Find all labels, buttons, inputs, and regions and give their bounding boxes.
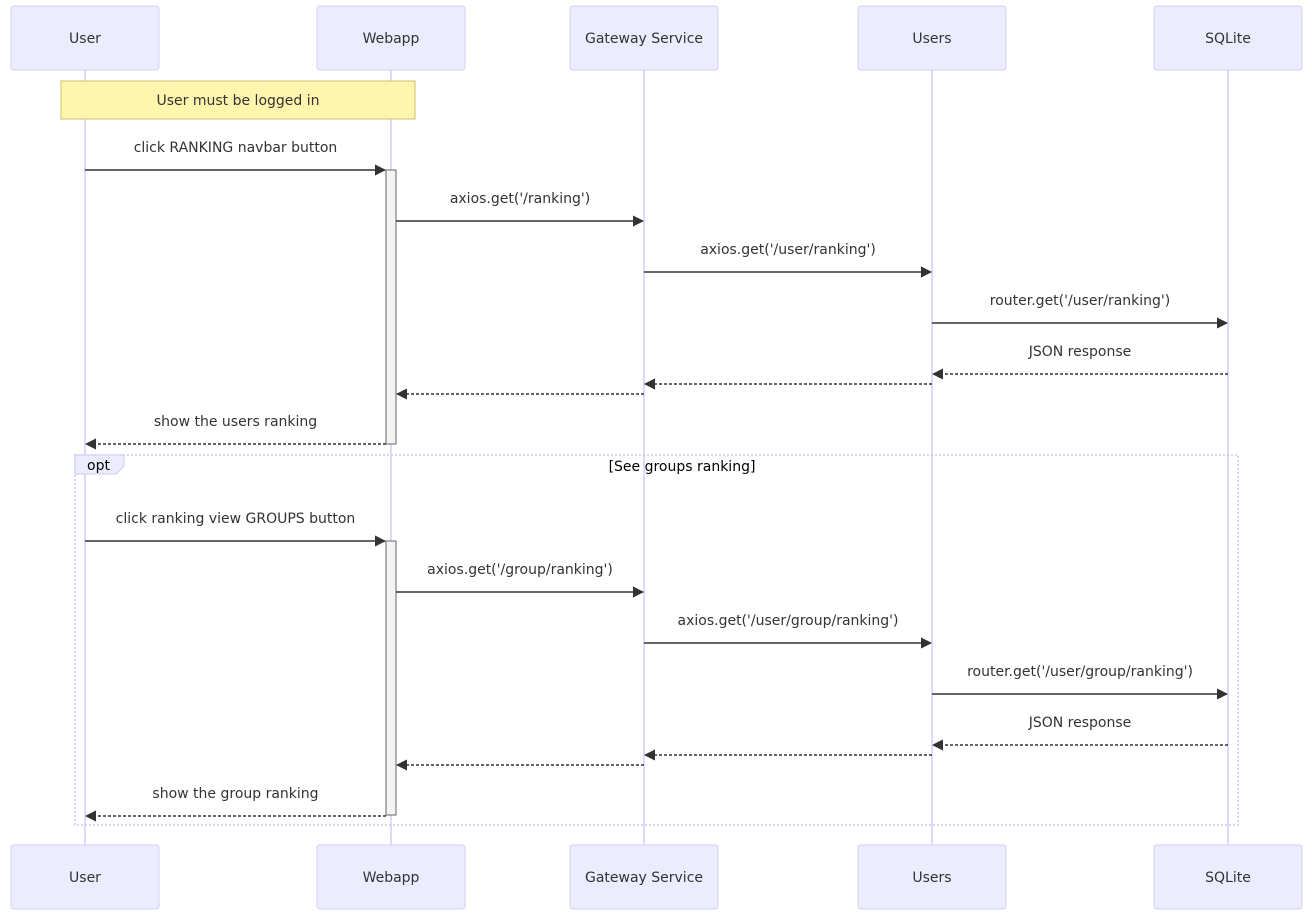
message-label: show the group ranking	[152, 786, 318, 802]
participant-sqlite-bottom: SQLite	[1153, 844, 1303, 910]
message-label: JSON response	[1028, 344, 1132, 360]
message-label: show the users ranking	[154, 414, 317, 430]
message-3: axios.get('/user/ranking')	[644, 242, 933, 278]
message-2: axios.get('/ranking')	[396, 191, 645, 227]
message-16: show the group ranking	[84, 786, 386, 822]
participant-gateway-top: Gateway Service	[569, 5, 719, 71]
participant-gateway-bottom: Gateway Service	[569, 844, 719, 910]
message-1: click RANKING navbar button	[85, 140, 387, 176]
message-8: show the users ranking	[84, 414, 386, 450]
message-12: router.get('/user/group/ranking')	[932, 664, 1229, 700]
participant-label: Users	[912, 31, 951, 47]
note-text: User must be logged in	[157, 93, 320, 109]
message-13: JSON response	[931, 715, 1228, 751]
message-5: JSON response	[931, 344, 1228, 380]
participant-user-top: User	[10, 5, 160, 71]
participant-users-bottom: Users	[857, 844, 1007, 910]
participants-bottom: User Webapp Gateway Service Users SQLite	[10, 844, 1303, 910]
opt-frame-condition: [See groups ranking]	[609, 459, 756, 475]
participant-label: Webapp	[363, 31, 420, 47]
message-label: router.get('/user/group/ranking')	[967, 664, 1193, 680]
message-4: router.get('/user/ranking')	[932, 293, 1229, 329]
message-label: axios.get('/user/group/ranking')	[678, 613, 899, 629]
participant-users-top: Users	[857, 5, 1007, 71]
message-label: axios.get('/group/ranking')	[427, 562, 613, 578]
messages: click RANKING navbar button axios.get('/r…	[84, 140, 1229, 822]
message-label: click RANKING navbar button	[134, 140, 338, 156]
message-label: router.get('/user/ranking')	[990, 293, 1170, 309]
message-label: axios.get('/user/ranking')	[700, 242, 876, 258]
participant-label: Gateway Service	[585, 870, 703, 886]
opt-frame-label: opt	[87, 458, 110, 474]
message-9: click ranking view GROUPS button	[85, 511, 387, 547]
participant-label: SQLite	[1205, 31, 1251, 47]
participant-label: User	[69, 31, 101, 47]
message-11: axios.get('/user/group/ranking')	[644, 613, 933, 649]
participant-sqlite-top: SQLite	[1153, 5, 1303, 71]
participant-label: Gateway Service	[585, 31, 703, 47]
participant-webapp-top: Webapp	[316, 5, 466, 71]
message-10: axios.get('/group/ranking')	[396, 562, 645, 598]
participants-top: User Webapp Gateway Service Users SQLite	[10, 5, 1303, 71]
activation-webapp-2	[385, 540, 397, 816]
message-label: JSON response	[1028, 715, 1132, 731]
participant-label: SQLite	[1205, 870, 1251, 886]
participant-webapp-bottom: Webapp	[316, 844, 466, 910]
activation-webapp-1	[385, 169, 397, 445]
participant-label: Users	[912, 870, 951, 886]
participant-label: Webapp	[363, 870, 420, 886]
message-label: axios.get('/ranking')	[450, 191, 590, 207]
participant-user-bottom: User	[10, 844, 160, 910]
message-label: click ranking view GROUPS button	[116, 511, 356, 527]
note: User must be logged in	[60, 80, 416, 120]
participant-label: User	[69, 870, 101, 886]
sequence-diagram: opt [See groups ranking] User Webapp Gatewa…	[10, 5, 1303, 910]
